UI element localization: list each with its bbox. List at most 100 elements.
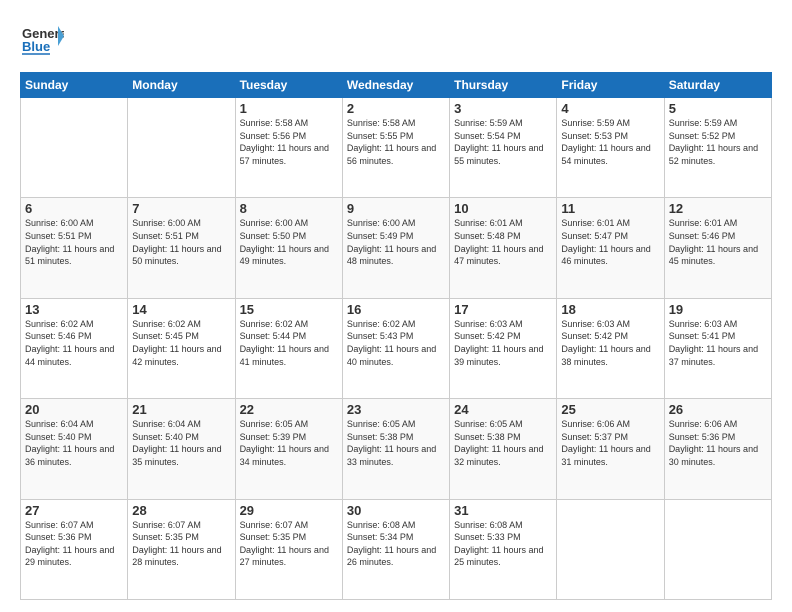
calendar-cell: 13Sunrise: 6:02 AM Sunset: 5:46 PM Dayli… xyxy=(21,298,128,398)
day-number: 15 xyxy=(240,302,338,317)
calendar-header-row: Sunday Monday Tuesday Wednesday Thursday… xyxy=(21,73,772,98)
day-info: Sunrise: 5:59 AM Sunset: 5:52 PM Dayligh… xyxy=(669,117,767,167)
day-number: 2 xyxy=(347,101,445,116)
day-info: Sunrise: 6:02 AM Sunset: 5:45 PM Dayligh… xyxy=(132,318,230,368)
header-friday: Friday xyxy=(557,73,664,98)
calendar-cell xyxy=(128,98,235,198)
day-info: Sunrise: 6:03 AM Sunset: 5:42 PM Dayligh… xyxy=(454,318,552,368)
day-info: Sunrise: 6:06 AM Sunset: 5:36 PM Dayligh… xyxy=(669,418,767,468)
calendar-cell: 28Sunrise: 6:07 AM Sunset: 5:35 PM Dayli… xyxy=(128,499,235,599)
day-number: 5 xyxy=(669,101,767,116)
calendar-cell: 24Sunrise: 6:05 AM Sunset: 5:38 PM Dayli… xyxy=(450,399,557,499)
calendar-cell xyxy=(664,499,771,599)
calendar-cell: 30Sunrise: 6:08 AM Sunset: 5:34 PM Dayli… xyxy=(342,499,449,599)
day-info: Sunrise: 6:04 AM Sunset: 5:40 PM Dayligh… xyxy=(132,418,230,468)
day-number: 26 xyxy=(669,402,767,417)
day-number: 23 xyxy=(347,402,445,417)
calendar-cell: 29Sunrise: 6:07 AM Sunset: 5:35 PM Dayli… xyxy=(235,499,342,599)
day-number: 18 xyxy=(561,302,659,317)
calendar-cell: 21Sunrise: 6:04 AM Sunset: 5:40 PM Dayli… xyxy=(128,399,235,499)
day-info: Sunrise: 5:58 AM Sunset: 5:55 PM Dayligh… xyxy=(347,117,445,167)
calendar-cell: 8Sunrise: 6:00 AM Sunset: 5:50 PM Daylig… xyxy=(235,198,342,298)
day-number: 6 xyxy=(25,201,123,216)
day-number: 16 xyxy=(347,302,445,317)
calendar-cell: 1Sunrise: 5:58 AM Sunset: 5:56 PM Daylig… xyxy=(235,98,342,198)
header-wednesday: Wednesday xyxy=(342,73,449,98)
calendar-cell: 5Sunrise: 5:59 AM Sunset: 5:52 PM Daylig… xyxy=(664,98,771,198)
day-number: 24 xyxy=(454,402,552,417)
calendar-cell: 11Sunrise: 6:01 AM Sunset: 5:47 PM Dayli… xyxy=(557,198,664,298)
day-number: 30 xyxy=(347,503,445,518)
day-number: 14 xyxy=(132,302,230,317)
calendar-cell: 27Sunrise: 6:07 AM Sunset: 5:36 PM Dayli… xyxy=(21,499,128,599)
day-info: Sunrise: 6:00 AM Sunset: 5:49 PM Dayligh… xyxy=(347,217,445,267)
day-info: Sunrise: 5:59 AM Sunset: 5:54 PM Dayligh… xyxy=(454,117,552,167)
calendar-cell: 9Sunrise: 6:00 AM Sunset: 5:49 PM Daylig… xyxy=(342,198,449,298)
page: General Blue Sunday Monday Tuesday Wedne… xyxy=(0,0,792,612)
day-info: Sunrise: 6:08 AM Sunset: 5:33 PM Dayligh… xyxy=(454,519,552,569)
calendar-cell: 18Sunrise: 6:03 AM Sunset: 5:42 PM Dayli… xyxy=(557,298,664,398)
day-info: Sunrise: 6:02 AM Sunset: 5:43 PM Dayligh… xyxy=(347,318,445,368)
calendar-cell: 6Sunrise: 6:00 AM Sunset: 5:51 PM Daylig… xyxy=(21,198,128,298)
svg-text:Blue: Blue xyxy=(22,39,50,54)
day-info: Sunrise: 6:04 AM Sunset: 5:40 PM Dayligh… xyxy=(25,418,123,468)
day-number: 19 xyxy=(669,302,767,317)
day-number: 11 xyxy=(561,201,659,216)
day-number: 4 xyxy=(561,101,659,116)
day-number: 31 xyxy=(454,503,552,518)
calendar-cell: 15Sunrise: 6:02 AM Sunset: 5:44 PM Dayli… xyxy=(235,298,342,398)
day-info: Sunrise: 6:02 AM Sunset: 5:46 PM Dayligh… xyxy=(25,318,123,368)
day-info: Sunrise: 6:05 AM Sunset: 5:39 PM Dayligh… xyxy=(240,418,338,468)
logo-icon: General Blue xyxy=(20,18,64,62)
calendar-cell: 25Sunrise: 6:06 AM Sunset: 5:37 PM Dayli… xyxy=(557,399,664,499)
day-number: 13 xyxy=(25,302,123,317)
calendar-week-4: 20Sunrise: 6:04 AM Sunset: 5:40 PM Dayli… xyxy=(21,399,772,499)
calendar-table: Sunday Monday Tuesday Wednesday Thursday… xyxy=(20,72,772,600)
calendar-week-1: 1Sunrise: 5:58 AM Sunset: 5:56 PM Daylig… xyxy=(21,98,772,198)
day-info: Sunrise: 6:01 AM Sunset: 5:46 PM Dayligh… xyxy=(669,217,767,267)
day-number: 29 xyxy=(240,503,338,518)
header-monday: Monday xyxy=(128,73,235,98)
day-info: Sunrise: 6:05 AM Sunset: 5:38 PM Dayligh… xyxy=(347,418,445,468)
header: General Blue xyxy=(20,18,772,62)
day-number: 22 xyxy=(240,402,338,417)
day-info: Sunrise: 6:07 AM Sunset: 5:35 PM Dayligh… xyxy=(240,519,338,569)
calendar-cell: 3Sunrise: 5:59 AM Sunset: 5:54 PM Daylig… xyxy=(450,98,557,198)
day-number: 17 xyxy=(454,302,552,317)
calendar-cell: 17Sunrise: 6:03 AM Sunset: 5:42 PM Dayli… xyxy=(450,298,557,398)
day-info: Sunrise: 5:59 AM Sunset: 5:53 PM Dayligh… xyxy=(561,117,659,167)
calendar-cell: 12Sunrise: 6:01 AM Sunset: 5:46 PM Dayli… xyxy=(664,198,771,298)
calendar-week-5: 27Sunrise: 6:07 AM Sunset: 5:36 PM Dayli… xyxy=(21,499,772,599)
day-info: Sunrise: 6:03 AM Sunset: 5:41 PM Dayligh… xyxy=(669,318,767,368)
calendar-cell: 26Sunrise: 6:06 AM Sunset: 5:36 PM Dayli… xyxy=(664,399,771,499)
header-tuesday: Tuesday xyxy=(235,73,342,98)
calendar-cell xyxy=(557,499,664,599)
day-info: Sunrise: 6:01 AM Sunset: 5:47 PM Dayligh… xyxy=(561,217,659,267)
calendar-cell: 20Sunrise: 6:04 AM Sunset: 5:40 PM Dayli… xyxy=(21,399,128,499)
day-number: 10 xyxy=(454,201,552,216)
calendar-cell: 23Sunrise: 6:05 AM Sunset: 5:38 PM Dayli… xyxy=(342,399,449,499)
day-number: 9 xyxy=(347,201,445,216)
day-info: Sunrise: 6:00 AM Sunset: 5:51 PM Dayligh… xyxy=(25,217,123,267)
day-number: 27 xyxy=(25,503,123,518)
day-info: Sunrise: 5:58 AM Sunset: 5:56 PM Dayligh… xyxy=(240,117,338,167)
day-info: Sunrise: 6:06 AM Sunset: 5:37 PM Dayligh… xyxy=(561,418,659,468)
day-info: Sunrise: 6:07 AM Sunset: 5:36 PM Dayligh… xyxy=(25,519,123,569)
calendar-cell: 22Sunrise: 6:05 AM Sunset: 5:39 PM Dayli… xyxy=(235,399,342,499)
day-number: 8 xyxy=(240,201,338,216)
calendar-cell: 31Sunrise: 6:08 AM Sunset: 5:33 PM Dayli… xyxy=(450,499,557,599)
day-info: Sunrise: 6:07 AM Sunset: 5:35 PM Dayligh… xyxy=(132,519,230,569)
header-thursday: Thursday xyxy=(450,73,557,98)
day-number: 20 xyxy=(25,402,123,417)
header-sunday: Sunday xyxy=(21,73,128,98)
day-number: 7 xyxy=(132,201,230,216)
calendar-week-2: 6Sunrise: 6:00 AM Sunset: 5:51 PM Daylig… xyxy=(21,198,772,298)
day-info: Sunrise: 6:03 AM Sunset: 5:42 PM Dayligh… xyxy=(561,318,659,368)
day-number: 12 xyxy=(669,201,767,216)
day-number: 28 xyxy=(132,503,230,518)
calendar-cell: 14Sunrise: 6:02 AM Sunset: 5:45 PM Dayli… xyxy=(128,298,235,398)
calendar-cell xyxy=(21,98,128,198)
day-info: Sunrise: 6:02 AM Sunset: 5:44 PM Dayligh… xyxy=(240,318,338,368)
calendar-cell: 10Sunrise: 6:01 AM Sunset: 5:48 PM Dayli… xyxy=(450,198,557,298)
day-info: Sunrise: 6:00 AM Sunset: 5:50 PM Dayligh… xyxy=(240,217,338,267)
